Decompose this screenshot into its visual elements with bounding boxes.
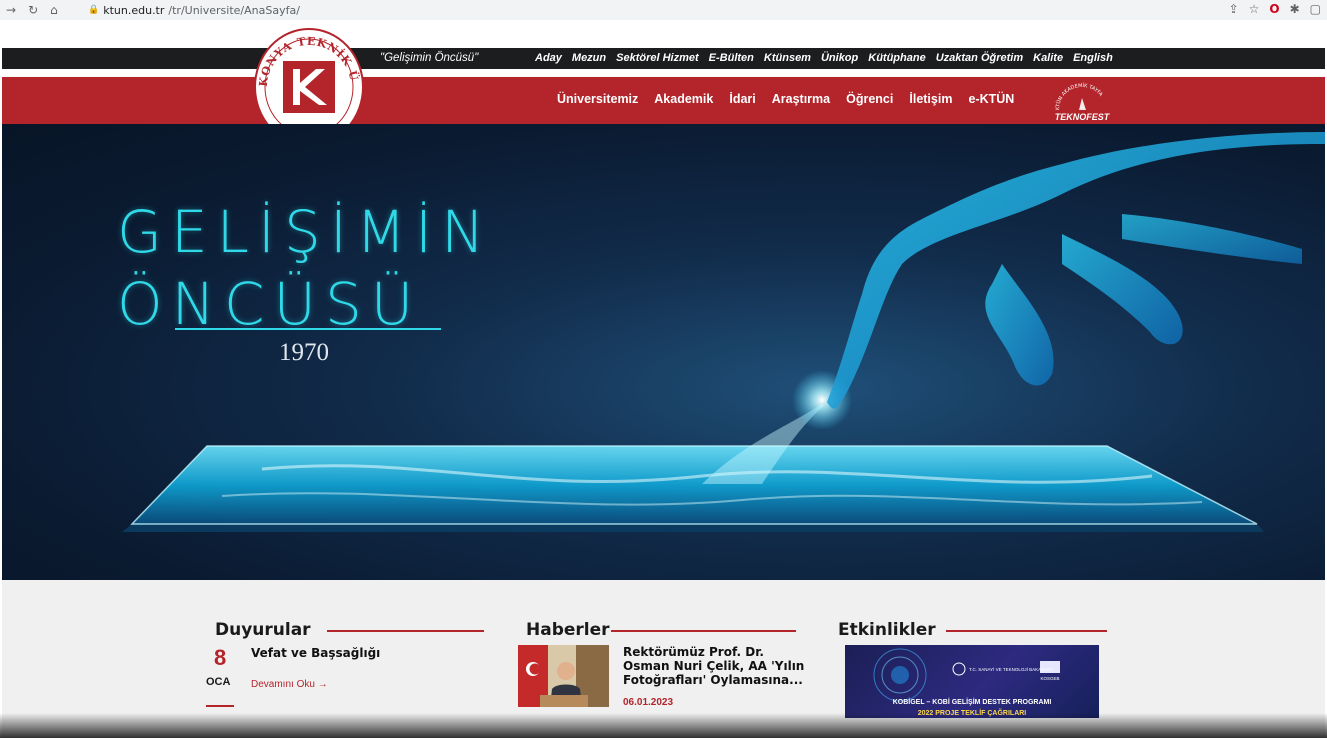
nav-ogrenci[interactable]: Öğrenci: [846, 92, 893, 106]
lock-icon: 🔒: [88, 5, 100, 15]
haberler-heading: Haberler: [526, 620, 610, 640]
sidepanel-icon[interactable]: ▢: [1310, 2, 1321, 16]
top-link-kutuphane[interactable]: Kütüphane: [868, 52, 925, 64]
main-nav: Üniversitemiz Akademik İdari Araştırma Ö…: [557, 92, 1014, 106]
home-icon[interactable]: ⌂: [50, 3, 58, 17]
hero-year: 1970: [279, 339, 329, 366]
announcement-title[interactable]: Vefat ve Başsağlığı: [251, 646, 380, 660]
url-path: /tr/Universite/AnaSayfa/: [168, 3, 300, 17]
announcement-date-rule: [206, 705, 234, 707]
top-link-kalite[interactable]: Kalite: [1033, 52, 1063, 64]
top-link-aday[interactable]: Aday: [535, 52, 562, 64]
address-bar[interactable]: 🔒 ktun.edu.tr/tr/Universite/AnaSayfa/: [88, 4, 300, 17]
nav-arastirma[interactable]: Araştırma: [772, 92, 830, 106]
bottom-shadow: [0, 713, 1327, 738]
teknofest-ring-text: KTÜN AKADEMİK TAYFA: [1055, 82, 1104, 110]
teknofest-badge[interactable]: KTÜN AKADEMİK TAYFA TEKNOFEST: [1051, 80, 1113, 130]
bookmark-star-icon[interactable]: ☆: [1249, 2, 1260, 16]
news-thumbnail[interactable]: [518, 645, 609, 707]
svg-text:KTÜN AKADEMİK TAYFA: KTÜN AKADEMİK TAYFA: [1055, 82, 1104, 110]
top-links: Aday Mezun Sektörel Hizmet E-Bülten Ktün…: [535, 52, 1113, 64]
hero-title: GELİŞİMİN ÖNCÜSÜ: [117, 196, 493, 340]
url-host: ktun.edu.tr: [103, 3, 165, 17]
nav-akademik[interactable]: Akademik: [654, 92, 713, 106]
top-link-sektorel-hizmet[interactable]: Sektörel Hizmet: [616, 52, 699, 64]
announcement-read-more-link[interactable]: Devamını Oku →: [251, 679, 328, 690]
etkinlikler-heading: Etkinlikler: [838, 620, 936, 640]
top-link-e-bulten[interactable]: E-Bülten: [709, 52, 754, 64]
browser-toolbar: → ↻ ⌂ 🔒 ktun.edu.tr/tr/Universite/AnaSay…: [0, 0, 1327, 20]
etkinlikler-heading-rule: [946, 630, 1107, 632]
hero-banner[interactable]: GELİŞİMİN ÖNCÜSÜ 1970: [2, 124, 1325, 580]
event-ministry: T.C. SANAYİ VE TEKNOLOJİ BAKANLIĞI: [969, 666, 1053, 672]
reload-icon[interactable]: ↻: [28, 3, 38, 17]
nav-idari[interactable]: İdari: [729, 92, 755, 106]
event-banner[interactable]: T.C. SANAYİ VE TEKNOLOJİ BAKANLIĞI KOSGE…: [845, 645, 1099, 718]
browser-nav: → ↻ ⌂: [0, 3, 88, 17]
top-link-uzaktan-ogretim[interactable]: Uzaktan Öğretim: [936, 52, 1023, 64]
share-icon[interactable]: ⇪: [1229, 2, 1239, 16]
top-link-english[interactable]: English: [1073, 52, 1113, 64]
top-link-mezun[interactable]: Mezun: [572, 52, 606, 64]
hero-title-line1: GELİŞİMİN: [117, 198, 494, 266]
extensions-puzzle-icon[interactable]: ✱: [1290, 2, 1300, 16]
event-banner-art: T.C. SANAYİ VE TEKNOLOJİ BAKANLIĞI KOSGE…: [873, 648, 1060, 717]
site-slogan: "Gelişimin Öncüsü": [380, 52, 479, 64]
hero-illustration: [122, 132, 1325, 532]
duyurular-heading: Duyurular: [215, 620, 311, 640]
haberler-heading-rule: [611, 630, 796, 632]
nav-universitemiz[interactable]: Üniversitemiz: [557, 92, 638, 106]
event-agency: KOSGEB: [1040, 676, 1059, 681]
opera-extension-icon[interactable]: O: [1269, 2, 1279, 16]
teknofest-label: TEKNOFEST: [1055, 112, 1111, 122]
news-date: 06.01.2023: [623, 697, 674, 708]
top-link-unikop[interactable]: Ünikop: [821, 52, 858, 64]
top-link-ktunsem[interactable]: Ktünsem: [764, 52, 811, 64]
browser-actions: ⇪ ☆ O ✱ ▢: [1229, 2, 1321, 16]
nav-iletisim[interactable]: İletişim: [909, 92, 952, 106]
nav-e-ktun[interactable]: e-KTÜN: [968, 92, 1014, 106]
event-banner-title: KOBİGEL – KOBİ GELİŞİM DESTEK PROGRAMI: [893, 698, 1052, 706]
duyurular-heading-rule: [327, 630, 484, 632]
announcement-day: 8: [214, 645, 227, 670]
forward-icon[interactable]: →: [6, 3, 16, 17]
news-title[interactable]: Rektörümüz Prof. Dr. Osman Nuri Çelik, A…: [623, 645, 813, 687]
hero-divider: [175, 328, 441, 330]
announcement-month: OCA: [206, 676, 231, 688]
